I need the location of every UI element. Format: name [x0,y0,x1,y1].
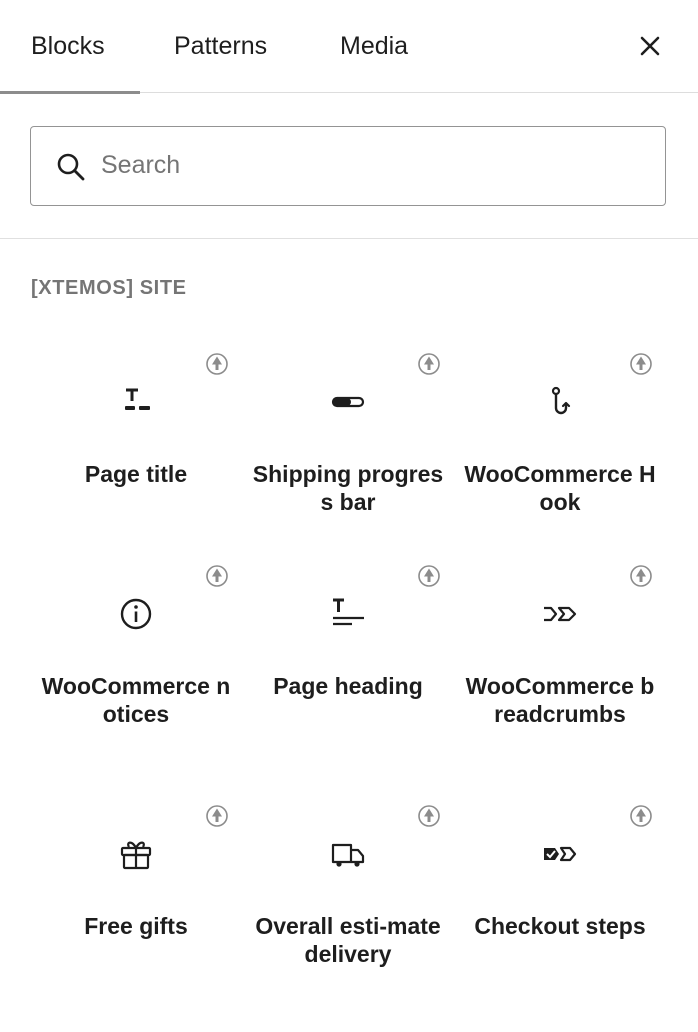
premium-tree-icon [630,353,652,375]
block-label: Shipping progress bar [252,461,444,515]
block-shipping-progress-bar[interactable]: Shipping progress bar [242,340,454,552]
premium-tree-icon [206,565,228,587]
page-heading-icon [333,598,364,626]
gift-icon [120,841,152,870]
block-woocommerce-hook[interactable]: WooCommerce Hook [454,340,666,552]
block-label: WooCommerce Hook [464,461,656,515]
hook-icon [551,386,571,415]
block-free-gifts[interactable]: Free gifts [30,792,242,1004]
block-label: Overall esti-mate delivery [255,913,441,967]
premium-tree-icon [418,565,440,587]
block-page-heading[interactable]: Page heading [242,552,454,764]
premium-tree-icon [630,565,652,587]
block-label: Page heading [273,673,423,699]
truck-icon [331,843,365,867]
block-label: WooCommerce breadcrumbs [465,673,655,727]
active-tab-indicator [0,91,140,94]
tab-media[interactable]: Media [340,0,408,93]
premium-tree-icon [418,805,440,827]
premium-tree-icon [418,353,440,375]
page-title-icon [125,388,150,410]
breadcrumbs-icon [544,606,577,622]
block-page-title[interactable]: Page title [30,340,242,552]
close-button[interactable] [632,28,668,64]
tab-blocks[interactable]: Blocks [31,0,105,93]
progress-bar-icon [331,396,365,408]
search-icon [57,153,85,181]
divider [0,238,698,239]
block-checkout-steps[interactable]: Checkout steps [454,792,666,1004]
block-woocommerce-notices[interactable]: WooCommerce notices [30,552,242,764]
close-icon [640,36,660,56]
category-title: [XTEMOS] SITE [31,277,187,299]
inserter-tabs: Blocks Patterns Media [0,0,698,94]
block-woocommerce-breadcrumbs[interactable]: WooCommerce breadcrumbs [454,552,666,764]
block-label: Free gifts [84,913,188,939]
checkout-steps-icon [544,846,577,862]
info-icon [120,598,152,630]
premium-tree-icon [206,805,228,827]
search-input[interactable] [101,127,641,204]
premium-tree-icon [630,805,652,827]
tab-patterns[interactable]: Patterns [174,0,267,93]
block-overall-estimate-delivery[interactable]: Overall esti-mate delivery [242,792,454,1004]
block-label: Page title [84,461,188,487]
block-label: WooCommerce notices [41,673,231,727]
search-box [30,126,666,206]
block-label: Checkout steps [474,913,646,939]
premium-tree-icon [206,353,228,375]
